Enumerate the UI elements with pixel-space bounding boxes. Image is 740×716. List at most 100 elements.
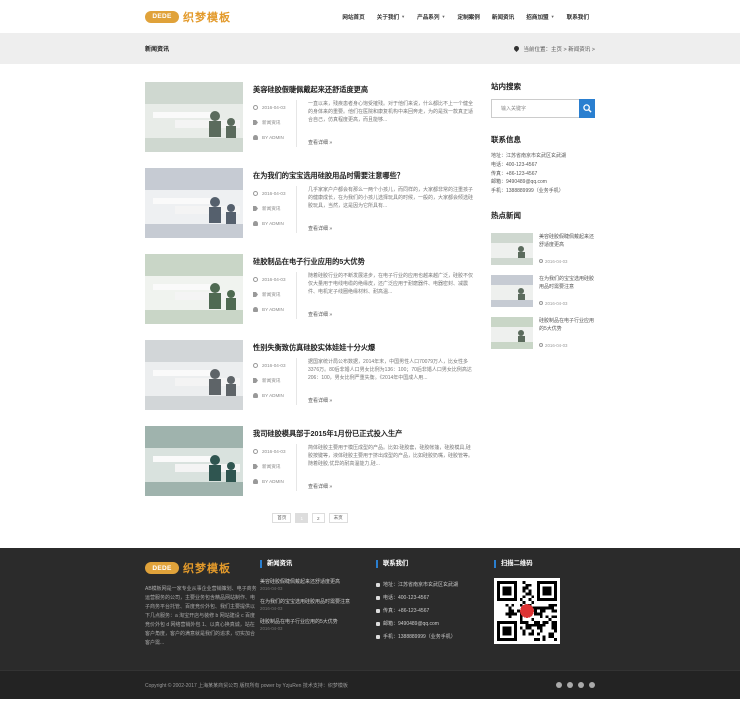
breadcrumb-text: 当前位置：主页 > 新闻资讯 > xyxy=(523,46,595,53)
footer-qr-title: 扫描二维码 xyxy=(494,560,574,568)
article-category[interactable]: 新闻资讯 xyxy=(262,206,280,212)
footer-contact-title: 联系我们 xyxy=(376,560,491,568)
footer-news: 新闻资讯 美容硅胶假睫佩戴起来还舒适度更高 2016-04-03 在为我们的宝宝… xyxy=(260,560,373,648)
tag-icon xyxy=(253,120,258,125)
article-title[interactable]: 性别失衡致仿真硅胶实体娃娃十分火爆 xyxy=(253,343,475,356)
tag-icon xyxy=(253,464,258,469)
article-date: 2016-04-03 xyxy=(262,363,286,368)
article-excerpt: 据国家统计局公布数据，2014年末，中国男性人口70079万人，比女性多3376… xyxy=(308,359,472,382)
footer-contact-fax: 传真：+86-123-4567 xyxy=(383,608,430,614)
contact-mobile: 手机：1388889999（业务手机） xyxy=(491,188,564,195)
user-icon xyxy=(253,221,258,226)
weibo-icon[interactable] xyxy=(556,682,562,688)
search-input[interactable]: 输入关键字 xyxy=(491,99,579,118)
article-title[interactable]: 在为我们的宝宝选用硅胶用品时需要注意哪些？ xyxy=(253,171,475,184)
search-button[interactable] xyxy=(579,99,595,118)
hot-news-date-text: 2016-04-03 xyxy=(545,342,568,348)
nav-label: 产品系列 xyxy=(417,14,440,21)
footer-bottom-bar: Copyright © 2002-2017 上海某某商贸公司 版权所有 powe… xyxy=(0,670,740,699)
article-thumbnail[interactable] xyxy=(145,168,243,238)
pager-last[interactable]: 末页 xyxy=(328,513,348,523)
article-meta: 2016-04-03 新闻资讯 BY ADMIN xyxy=(253,186,297,234)
clock-icon xyxy=(253,449,258,454)
hot-news-thumbnail[interactable] xyxy=(491,316,533,349)
hot-news-list: 美容硅胶假睫佩戴起来还舒适度更高 2016-04-03 在为我们的宝宝选用硅胶用品时… xyxy=(491,232,595,349)
article-category[interactable]: 新闻资讯 xyxy=(262,120,280,126)
hot-news-item[interactable]: 在为我们的宝宝选用硅胶用品时需要注意 2016-04-03 xyxy=(491,274,595,307)
chevron-down-icon: ▼ xyxy=(550,14,555,19)
user-icon xyxy=(253,135,258,140)
hot-news-item[interactable]: 硅胶制品在电子行业应用的5大优势 2016-04-03 xyxy=(491,316,595,349)
hot-news-title[interactable]: 在为我们的宝宝选用硅胶用品时需要注意 xyxy=(539,275,595,301)
article-list: 美容硅胶假睫佩戴起来还舒适度更高 2016-04-03 新闻资讯 BY ADMIN 一直… xyxy=(145,81,475,548)
nav-item-products[interactable]: 产品系列 ▼ xyxy=(411,13,451,21)
qq-icon[interactable] xyxy=(578,682,584,688)
read-more-link[interactable]: 查看详细 » xyxy=(308,483,475,491)
read-more-link[interactable]: 查看详细 » xyxy=(308,311,475,319)
article-category[interactable]: 新闻资讯 xyxy=(262,464,280,470)
footer-logo[interactable]: DEDE 织梦模板 xyxy=(145,560,257,576)
hot-news-title[interactable]: 硅胶制品在电子行业应用的5大优势 xyxy=(539,317,595,343)
contact-title: 联系信息 xyxy=(491,135,521,144)
nav-label: 定制案例 xyxy=(457,14,480,21)
user-icon xyxy=(253,307,258,312)
logo-text: 织梦模板 xyxy=(183,563,231,575)
footer-contact: 联系我们 地址：江苏省南京市玄武区玄武湖 电话：400-123-4567 传真：… xyxy=(376,560,491,648)
article-category[interactable]: 新闻资讯 xyxy=(262,292,280,298)
footer-about: DEDE 织梦模板 AB模板网是一家专业从事企业营销策划、电子商务运营服务的公司… xyxy=(145,560,257,648)
read-more-link[interactable]: 查看详细 » xyxy=(308,225,475,233)
read-more-label: 查看详细 xyxy=(308,226,329,232)
nav-item-news[interactable]: 新闻资讯 xyxy=(486,13,520,21)
read-more-label: 查看详细 xyxy=(308,484,329,490)
footer-contact-mobile: 手机：1388889999（业务手机） xyxy=(383,634,456,640)
user-icon xyxy=(253,479,258,484)
article-category[interactable]: 新闻资讯 xyxy=(262,378,280,384)
footer-news-item[interactable]: 美容硅胶假睫佩戴起来还舒适度更高 2016-04-03 xyxy=(260,578,373,591)
chevron-right-icon: » xyxy=(329,398,333,404)
tag-icon xyxy=(253,292,258,297)
hot-news-title: 热点新闻 xyxy=(491,210,521,220)
pager-first[interactable]: 首页 xyxy=(272,513,292,523)
hot-news-title[interactable]: 美容硅胶假睫佩戴起来还舒适度更高 xyxy=(539,233,595,259)
search-title: 站内搜索 xyxy=(491,82,521,91)
article-thumbnail[interactable] xyxy=(145,254,243,324)
logo-text: 织梦模板 xyxy=(183,11,231,24)
article-title[interactable]: 美容硅胶假睫佩戴起来还舒适度更高 xyxy=(253,85,475,98)
pager-page[interactable]: 2 xyxy=(312,513,325,523)
logo-badge: DEDE xyxy=(145,562,179,574)
copyright-text: Copyright © 2002-2017 上海某某商贸公司 版权所有 powe… xyxy=(145,682,348,689)
site-logo[interactable]: DEDE 织梦模板 xyxy=(145,9,231,25)
article-thumbnail[interactable] xyxy=(145,340,243,410)
hot-news-item[interactable]: 美容硅胶假睫佩戴起来还舒适度更高 2016-04-03 xyxy=(491,232,595,265)
footer-news-item[interactable]: 硅胶制品在电子行业应用的5大优势 2016-04-03 xyxy=(260,618,373,631)
user-icon xyxy=(253,393,258,398)
breadcrumb[interactable]: 当前位置：主页 > 新闻资讯 > xyxy=(513,44,595,53)
article-date: 2016-04-03 xyxy=(262,277,286,282)
email-icon[interactable] xyxy=(589,682,595,688)
article-thumbnail[interactable] xyxy=(145,82,243,152)
clock-icon xyxy=(253,191,258,196)
clock-icon xyxy=(253,105,258,110)
hot-news-date: 2016-04-03 xyxy=(539,259,595,264)
footer-news-item[interactable]: 在为我们的宝宝选用硅胶用品时需要注意 2016-04-03 xyxy=(260,598,373,611)
clock-icon xyxy=(539,301,543,306)
hot-news-thumbnail[interactable] xyxy=(491,274,533,307)
hot-news-thumbnail[interactable] xyxy=(491,232,533,265)
clock-icon xyxy=(539,343,543,348)
article-title[interactable]: 硅胶制品在电子行业应用的5大优势 xyxy=(253,257,475,270)
article-thumbnail[interactable] xyxy=(145,426,243,496)
pager-page[interactable]: 1 xyxy=(295,513,308,523)
pinterest-icon[interactable] xyxy=(567,682,573,688)
read-more-link[interactable]: 查看详细 » xyxy=(308,397,475,405)
nav-item-contact[interactable]: 联系我们 xyxy=(561,13,595,21)
article-title[interactable]: 我司硅胶模具部于2015年1月份已正式投入生产 xyxy=(253,429,475,442)
nav-item-home[interactable]: 网站首页 xyxy=(336,13,370,21)
read-more-link[interactable]: 查看详细 » xyxy=(308,139,475,147)
nav-item-cases[interactable]: 定制案例 xyxy=(451,13,485,21)
nav-item-join[interactable]: 招商加盟 ▼ xyxy=(520,13,560,21)
nav-item-about[interactable]: 关于我们 ▼ xyxy=(371,13,411,21)
main-content: 美容硅胶假睫佩戴起来还舒适度更高 2016-04-03 新闻资讯 BY ADMIN 一直… xyxy=(145,64,595,548)
social-links xyxy=(556,682,595,688)
clock-icon xyxy=(253,277,258,282)
footer-contact-row: 地址：江苏省南京市玄武区玄武湖 xyxy=(376,578,491,591)
